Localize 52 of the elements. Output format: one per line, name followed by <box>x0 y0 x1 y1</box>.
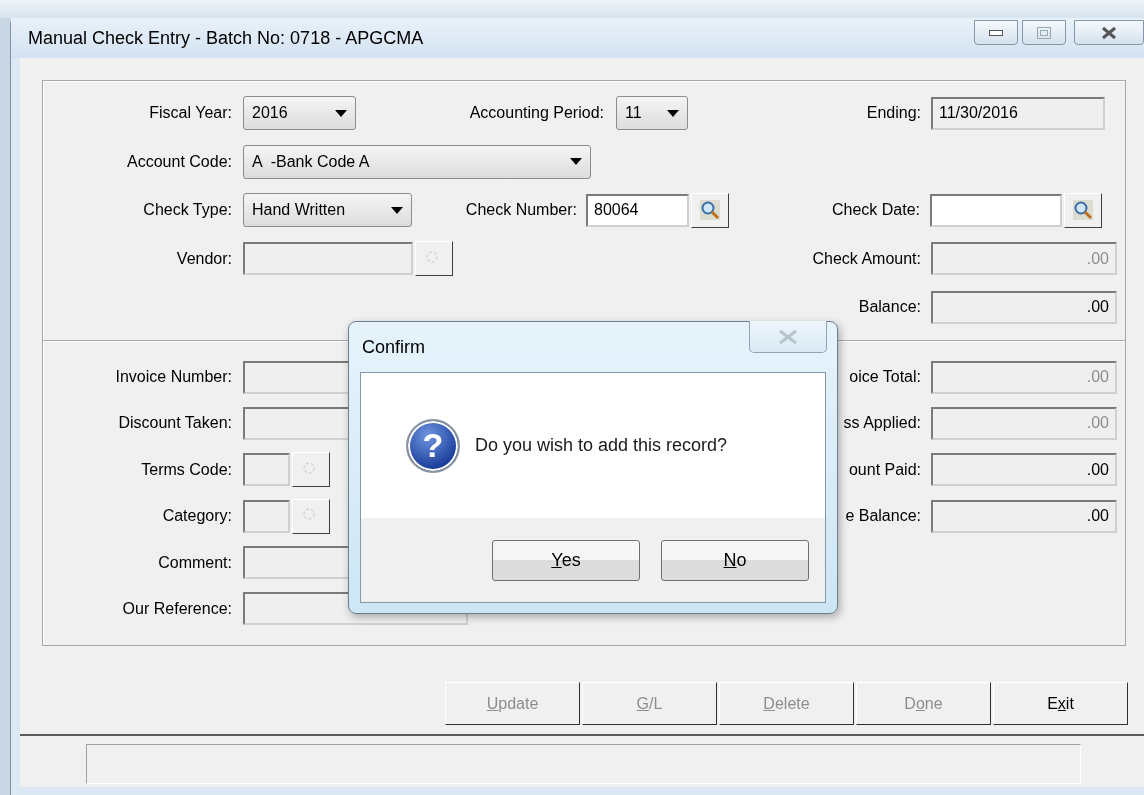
caret-icon <box>335 109 347 117</box>
input-field[interactable] <box>243 453 290 487</box>
field-label: Invoice Number: <box>114 367 232 387</box>
maximize-icon <box>1037 26 1051 39</box>
field-label: Fiscal Year: <box>148 103 232 123</box>
field-label: Check Type: <box>142 200 232 220</box>
field-label: Check Number: <box>464 200 577 220</box>
amount-field[interactable]: .00 <box>931 453 1117 487</box>
dialog-title: Confirm <box>362 336 425 359</box>
close-icon <box>1101 25 1117 40</box>
dropdown[interactable]: Hand Written <box>243 193 412 227</box>
field-label: Terms Code: <box>140 459 232 480</box>
lookup-button[interactable] <box>1064 192 1102 228</box>
field-label: e Balance: <box>845 506 921 527</box>
window-title: Manual Check Entry - Batch No: 0718 - APGCMA <box>28 27 424 50</box>
amount-field[interactable]: .00 <box>931 290 1117 324</box>
field-label: ount Paid: <box>848 459 921 480</box>
field-label: Ending: <box>866 103 921 123</box>
input-field[interactable] <box>930 193 1062 227</box>
amount-field[interactable]: .00 <box>931 499 1117 533</box>
close-button[interactable] <box>1074 20 1144 45</box>
dropdown[interactable]: 2016 <box>243 96 356 130</box>
dialog-message: Do you wish to add this record? <box>475 434 728 457</box>
dialog-button[interactable]: Yes <box>492 540 640 581</box>
field-label: Discount Taken: <box>117 413 232 434</box>
lookup-button[interactable] <box>691 192 729 228</box>
dropdown[interactable]: 11 <box>616 96 688 130</box>
field-label: Check Date: <box>831 200 920 220</box>
dialog-button[interactable]: No <box>661 540 809 581</box>
field-label: Vendor: <box>175 248 232 269</box>
minimize-button[interactable] <box>974 20 1018 45</box>
dropdown[interactable]: A -Bank Code A <box>243 144 591 179</box>
input-field[interactable] <box>243 499 290 533</box>
input-field[interactable] <box>243 242 413 275</box>
field-label: Balance: <box>858 297 921 317</box>
input-field[interactable]: 80064 <box>586 193 689 227</box>
field-label: ss Applied: <box>843 413 921 434</box>
action-button[interactable]: Exit <box>993 682 1128 725</box>
caret-icon <box>667 109 679 117</box>
question-icon: ? <box>406 418 460 473</box>
field-label: Category: <box>161 506 232 527</box>
field-label: oice Total: <box>849 367 921 387</box>
field-label: Comment: <box>157 552 232 573</box>
caret-icon <box>570 158 582 165</box>
close-icon <box>777 328 799 345</box>
caret-icon <box>391 206 403 214</box>
field-label: Check Amount: <box>812 248 921 269</box>
minimize-icon <box>989 29 1003 36</box>
field-label: Accounting Period: <box>468 103 604 123</box>
input-field[interactable]: 11/30/2016 <box>931 96 1105 130</box>
field-label: Account Code: <box>126 151 232 172</box>
field-label: Our Reference: <box>121 598 232 619</box>
